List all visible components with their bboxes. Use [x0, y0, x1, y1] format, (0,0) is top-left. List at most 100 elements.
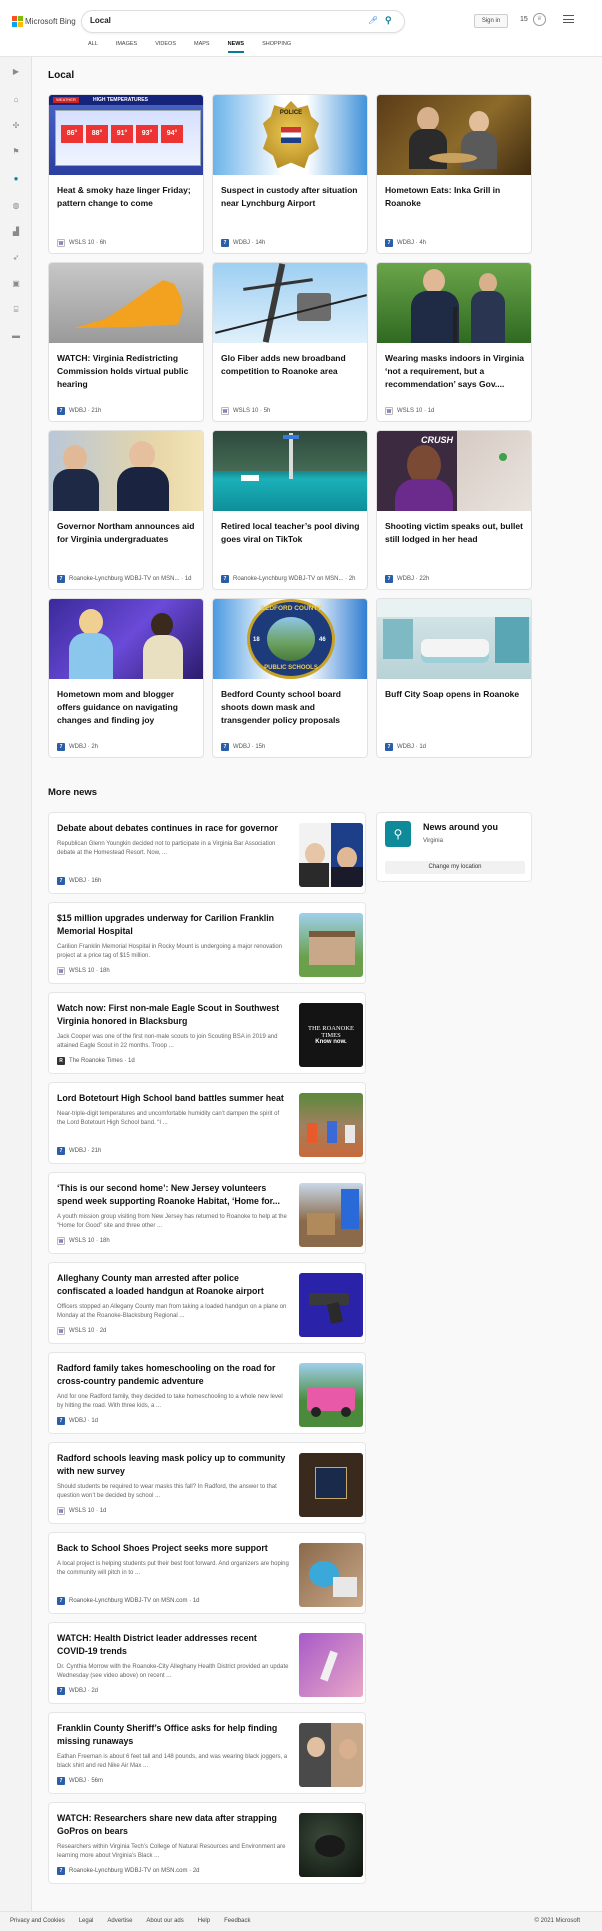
search-tabs: ALL IMAGES VIDEOS MAPS NEWS SHOPPING: [88, 41, 309, 53]
card-title[interactable]: Glo Fiber adds new broadband competition…: [221, 352, 363, 378]
news-row[interactable]: $15 million upgrades underway for Carili…: [48, 902, 366, 984]
tab-images[interactable]: IMAGES: [116, 41, 137, 53]
soap-store-photo: [377, 599, 531, 679]
local-card[interactable]: Hometown Eats: Inka Grill in Roanoke 7 WD…: [376, 94, 532, 254]
politics-icon[interactable]: ⌸: [11, 305, 21, 315]
wdbj-logo-icon: 7: [385, 575, 393, 583]
chart-icon[interactable]: ▟: [11, 227, 21, 237]
news-source: WDBJ: [69, 1778, 86, 1784]
local-card[interactable]: Wearing masks indoors in Virginia ‘not a…: [376, 262, 532, 422]
news-title[interactable]: Debate about debates continues in race f…: [57, 822, 287, 835]
footer-link-help[interactable]: Help: [198, 1918, 210, 1924]
top-bar: Microsoft Bing Local 🎤︎ ⚲ Sign in 15 ♕ A…: [0, 0, 602, 57]
news-snippet: A youth mission group visiting from New …: [57, 1214, 287, 1229]
tab-maps[interactable]: MAPS: [194, 41, 210, 53]
tab-news[interactable]: NEWS: [227, 41, 245, 53]
news-row[interactable]: Franklin County Sheriff’s Office asks fo…: [48, 1712, 366, 1794]
menu-icon[interactable]: [563, 15, 574, 26]
card-title[interactable]: Hometown mom and blogger offers guidance…: [57, 688, 199, 727]
news-row[interactable]: Radford schools leaving mask policy up t…: [48, 1442, 366, 1524]
card-title[interactable]: Shooting victim speaks out, bullet still…: [385, 520, 527, 546]
microphone-icon[interactable]: 🎤︎: [368, 16, 378, 25]
footer-link-legal[interactable]: Legal: [79, 1918, 94, 1924]
temp-value: 91°: [111, 125, 133, 143]
home-icon[interactable]: ⌂: [11, 95, 21, 105]
card-title[interactable]: Retired local teacher’s pool diving goes…: [221, 520, 363, 546]
card-title[interactable]: Bedford County school board shoots down …: [221, 688, 363, 727]
weather-caption: HIGH TEMPERATURES: [93, 97, 148, 103]
local-card[interactable]: POLICE Suspect in custody after situatio…: [212, 94, 368, 254]
entertainment-icon[interactable]: ▣: [11, 279, 21, 289]
news-title[interactable]: WATCH: Health District leader addresses …: [57, 1632, 287, 1658]
local-card[interactable]: BEDFORD COUNTY 18 46 PUBLIC SCHOOLS Bedf…: [212, 598, 368, 758]
local-card[interactable]: Governor Northam announces aid for Virgi…: [48, 430, 204, 590]
news-around-you-panel: ⚲ News around you Virginia Change my loc…: [376, 812, 532, 882]
rewards-trophy-icon[interactable]: ♕: [533, 13, 546, 26]
news-row[interactable]: WATCH: Researchers share new data after …: [48, 1802, 366, 1884]
expand-rail-icon[interactable]: ▶: [11, 67, 21, 77]
tab-shopping[interactable]: SHOPPING: [262, 41, 291, 53]
local-card[interactable]: Retired local teacher’s pool diving goes…: [212, 430, 368, 590]
card-title[interactable]: Heat & smoky haze linger Friday; pattern…: [57, 184, 199, 210]
footer-link-advertise[interactable]: Advertise: [107, 1918, 132, 1924]
card-title[interactable]: Wearing masks indoors in Virginia ‘not a…: [385, 352, 527, 391]
search-icon[interactable]: ⚲: [385, 15, 392, 26]
wsls-logo-icon: W: [57, 967, 65, 975]
roanoke-times-thumbnail: THE ROANOKE TIMES Know now.: [299, 1003, 363, 1067]
news-row[interactable]: ‘This is our second home’: New Jersey vo…: [48, 1172, 366, 1254]
news-row[interactable]: WATCH: Health District leader addresses …: [48, 1622, 366, 1704]
news-title[interactable]: $15 million upgrades underway for Carili…: [57, 912, 287, 938]
sports-icon[interactable]: ▬: [11, 331, 21, 341]
news-title[interactable]: Alleghany County man arrested after poli…: [57, 1272, 287, 1298]
tab-all[interactable]: ALL: [88, 41, 98, 53]
rewards-count[interactable]: 15: [520, 16, 528, 23]
news-source: WSLS 10: [69, 1508, 95, 1514]
news-title[interactable]: Radford schools leaving mask policy up t…: [57, 1452, 287, 1478]
local-card[interactable]: WATCH: Virginia Redistricting Commission…: [48, 262, 204, 422]
news-title[interactable]: Franklin County Sheriff’s Office asks fo…: [57, 1722, 287, 1748]
news-title[interactable]: Lord Botetourt High School band battles …: [57, 1092, 287, 1105]
search-box[interactable]: Local 🎤︎ ⚲: [82, 11, 404, 32]
news-source: WDBJ: [69, 878, 86, 884]
sign-in-button[interactable]: Sign in: [474, 14, 508, 28]
news-title[interactable]: Watch now: First non-male Eagle Scout in…: [57, 1002, 287, 1028]
wsls-logo-icon: W: [57, 1327, 65, 1335]
discover-icon[interactable]: ✣: [11, 121, 21, 131]
card-title[interactable]: Governor Northam announces aid for Virgi…: [57, 520, 199, 546]
wdbj-logo-icon: 7: [57, 575, 65, 583]
rocket-icon[interactable]: ➶: [11, 253, 21, 263]
card-title[interactable]: Suspect in custody after situation near …: [221, 184, 363, 210]
local-card[interactable]: Hometown mom and blogger offers guidance…: [48, 598, 204, 758]
news-row[interactable]: Watch now: First non-male Eagle Scout in…: [48, 992, 366, 1074]
card-title[interactable]: Hometown Eats: Inka Grill in Roanoke: [385, 184, 527, 210]
footer-link-privacy[interactable]: Privacy and Cookies: [10, 1918, 65, 1924]
footer-link-about-ads[interactable]: About our ads: [146, 1918, 183, 1924]
roanoke-times-logo-icon: R: [57, 1057, 65, 1065]
local-card[interactable]: Glo Fiber adds new broadband competition…: [212, 262, 368, 422]
news-row[interactable]: Back to School Shoes Project seeks more …: [48, 1532, 366, 1614]
local-card[interactable]: CRUSH Shooting victim speaks out, bullet…: [376, 430, 532, 590]
flag-icon[interactable]: ⚑: [11, 147, 21, 157]
news-row[interactable]: Lord Botetourt High School band battles …: [48, 1082, 366, 1164]
bing-logo[interactable]: Microsoft Bing: [12, 16, 76, 27]
local-card[interactable]: WEATHER HIGH TEMPERATURES 86° 88° 91° 93…: [48, 94, 204, 254]
card-title[interactable]: Buff City Soap opens in Roanoke: [385, 688, 527, 701]
news-title[interactable]: ‘This is our second home’: New Jersey vo…: [57, 1182, 287, 1208]
vaccine-thumbnail: [299, 1633, 363, 1697]
news-row[interactable]: Alleghany County man arrested after poli…: [48, 1262, 366, 1344]
search-input[interactable]: Local: [90, 16, 111, 25]
location-pin-icon[interactable]: ●: [11, 174, 21, 184]
news-row[interactable]: Debate about debates continues in race f…: [48, 812, 366, 894]
local-card[interactable]: Buff City Soap opens in Roanoke 7 WDBJ · …: [376, 598, 532, 758]
news-title[interactable]: Back to School Shoes Project seeks more …: [57, 1542, 287, 1555]
card-title[interactable]: WATCH: Virginia Redistricting Commission…: [57, 352, 199, 391]
change-location-button[interactable]: Change my location: [385, 861, 525, 874]
pool-photo: [213, 431, 367, 511]
news-row[interactable]: Radford family takes homeschooling on th…: [48, 1352, 366, 1434]
footer-link-feedback[interactable]: Feedback: [224, 1918, 250, 1924]
wdbj-logo-icon: 7: [57, 1777, 65, 1785]
news-title[interactable]: WATCH: Researchers share new data after …: [57, 1812, 287, 1838]
news-title[interactable]: Radford family takes homeschooling on th…: [57, 1362, 287, 1388]
globe-icon[interactable]: ◍: [11, 201, 21, 211]
tab-videos[interactable]: VIDEOS: [155, 41, 176, 53]
